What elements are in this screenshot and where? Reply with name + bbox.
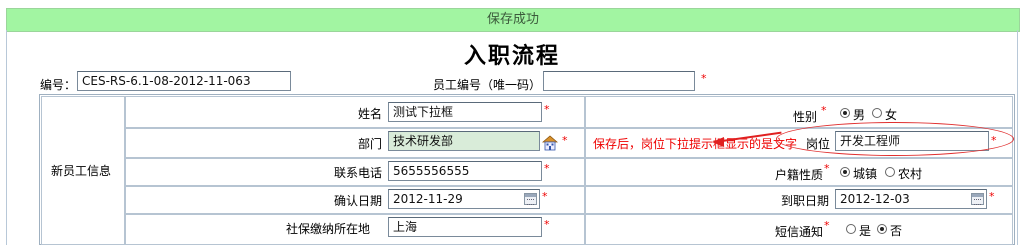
name-label: 姓名 [358,107,383,121]
name-field[interactable]: 测试下拉框 [388,102,542,122]
dept-picker-icon[interactable] [542,135,558,151]
calendar-icon[interactable] [524,193,537,205]
arrival-date-required: * [989,190,995,203]
sms-yes-label: 是 [859,224,872,238]
hukou-label: 户籍性质 [775,168,824,182]
dept-label: 部门 [358,137,383,151]
confirm-date-label: 确认日期 [334,194,383,208]
annotation-note: 保存后，岗位下拉提示框显示的是文字 [593,137,798,151]
sms-yes-radio[interactable] [846,224,856,234]
dept-required: * [562,134,568,147]
gender-female-label: 女 [885,108,898,122]
name-required: * [544,103,550,116]
code-label: 编号： [40,78,77,92]
page-title: 入职流程 [463,43,560,69]
gender-female-radio[interactable] [872,108,882,118]
sms-no-label: 否 [890,224,903,238]
social-security-required: * [544,218,550,231]
confirm-date-required: * [542,190,548,203]
emp-no-required: * [701,72,707,85]
phone-label: 联系电话 [334,166,383,180]
emp-no-label: 员工编号（唯一码） [433,78,542,92]
gender-required: * [821,104,827,117]
annotation-arrow-head [712,137,724,147]
hukou-rural-label: 农村 [898,167,923,181]
save-success-banner: 保存成功 [6,8,1020,32]
confirm-date-field[interactable]: 2012-11-29 [388,189,540,209]
section-label: 新员工信息 [51,164,112,178]
social-security-field[interactable]: 上海 [388,217,542,237]
annotation-ellipse [776,122,1014,156]
social-security-label: 社保缴纳所在地 [286,222,371,236]
hukou-required: * [824,162,830,175]
emp-no-field[interactable] [543,71,695,91]
phone-required: * [544,162,550,175]
gender-male-radio[interactable] [840,108,850,118]
arrival-date-label: 到职日期 [781,194,830,208]
sms-no-radio[interactable] [877,224,887,234]
hukou-urban-label: 城镇 [853,167,878,181]
gender-male-label: 男 [853,108,866,122]
code-field[interactable]: CES-RS-6.1-08-2012-11-063 [77,71,291,91]
arrival-date-field[interactable]: 2012-12-03 [835,189,987,209]
hukou-urban-radio[interactable] [840,167,850,177]
hukou-rural-radio[interactable] [885,167,895,177]
dept-field[interactable]: 技术研发部 [388,131,540,151]
calendar-icon[interactable] [971,193,984,205]
phone-field[interactable]: 5655556555 [388,161,542,181]
sms-label: 短信通知 [775,225,824,239]
gender-label: 性别 [793,110,818,124]
sms-required: * [824,219,830,232]
